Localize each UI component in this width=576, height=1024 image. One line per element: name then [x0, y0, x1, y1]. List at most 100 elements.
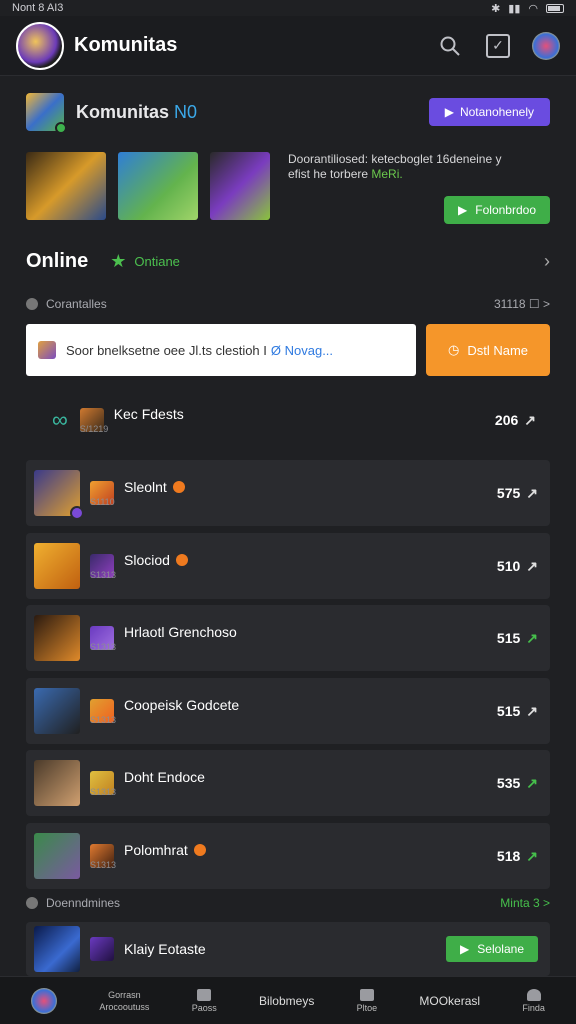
banner-text: Doorantiliosed: ketecboglet 16deneine y …	[282, 152, 550, 224]
item-subtext: S1313	[90, 642, 117, 652]
signal-icon: ▮▮	[508, 2, 521, 15]
profile-icon	[526, 988, 541, 1001]
list-item[interactable]: Hrlaotl Grenchoso S1313 515 ↗	[26, 605, 550, 671]
item-value: 510 ↗	[497, 558, 538, 575]
play-icon: ▶	[444, 105, 454, 119]
item-name: Slociod	[124, 552, 170, 568]
app-bar: Komunitas ✓	[0, 16, 576, 76]
banner-follow-button[interactable]: ▶ Folonbrdoo	[444, 196, 550, 224]
section-header-2: Doenndmines Minta 3 >	[26, 893, 550, 913]
item-value: 518 ↗	[497, 848, 538, 865]
section-header-1: Corantalles 31118 ☐ >	[26, 294, 550, 314]
banner-image-2[interactable]	[118, 152, 198, 220]
trend-icon: ↗	[526, 847, 538, 864]
item-name: Coopeisk Godcete	[124, 697, 240, 713]
star-icon: ★	[110, 250, 127, 271]
online-dot-icon	[55, 122, 67, 134]
item-avatar	[34, 760, 80, 806]
detail-name-label: Dstl Name	[467, 342, 529, 358]
list-item[interactable]: Doht Endoce S1313 535 ↗	[26, 750, 550, 816]
item-subtext: S/1219	[79, 424, 109, 434]
nav-label-2: Paoss	[191, 1002, 217, 1013]
section-count-1[interactable]: 31118 ☐ >	[494, 297, 550, 311]
item-texts: Coopeisk Godcete S1313	[90, 697, 497, 725]
online-status: ★ Ontiane	[110, 251, 180, 272]
bottom-nav: Gorrasn Arocooutuss Paoss Bilobmeys Plto…	[0, 976, 576, 1024]
nav-item-posts[interactable]: Paoss	[191, 988, 217, 1013]
banner-row: Doorantiliosed: ketecboglet 16deneine y …	[26, 152, 550, 224]
link-icon: ∞	[52, 407, 68, 432]
item-avatar	[34, 926, 80, 972]
trend-icon: ↗	[526, 629, 538, 646]
online-title: Online	[26, 249, 89, 272]
nav-item-community[interactable]: Gorrasn Arocooutuss	[99, 990, 149, 1012]
item-avatar	[34, 543, 80, 589]
item-texts: Hrlaotl Grenchoso S1313	[90, 624, 497, 652]
status-dot-icon	[193, 844, 206, 856]
notification-button[interactable]: ▶ Notanohenely	[428, 98, 550, 126]
section-count-2[interactable]: Minta 3 >	[500, 896, 550, 910]
app-logo	[16, 21, 64, 70]
item-value-text: 515	[496, 630, 521, 646]
item-avatar	[34, 615, 80, 661]
banner-description: Doorantiliosed: ketecboglet 16deneine y …	[288, 152, 550, 182]
nav-item-library[interactable]: Bilobmeys	[259, 994, 314, 1008]
badge-icon	[70, 506, 84, 520]
nav-item-photos[interactable]: Pltoe	[357, 988, 377, 1013]
app-actions: ✓	[436, 31, 560, 60]
trend-icon: ↗	[526, 557, 538, 574]
top-list-item[interactable]: ∞ Kec Fdests S/1219 206 ↗	[26, 398, 550, 442]
trend-icon: ↗	[526, 702, 538, 719]
status-dot-icon	[175, 554, 188, 566]
item-subtext: S1313	[90, 570, 117, 580]
list-item[interactable]: Sleolnt S1110 575 ↗	[26, 460, 550, 526]
item-subtext: S1313	[90, 787, 117, 797]
wifi-icon: ◠	[528, 2, 538, 15]
item-subtext: S1313	[90, 715, 117, 725]
play-icon: ▶	[458, 203, 468, 217]
section-icon	[26, 298, 38, 310]
select-button[interactable]: ▶ Selolane	[446, 936, 538, 962]
edit-icon[interactable]: ✓	[484, 32, 512, 60]
search-icon[interactable]	[436, 32, 464, 60]
search-text: Soor bnelksetne oee Jl.ts clestioh I	[66, 342, 267, 358]
banner-image-3[interactable]	[210, 152, 270, 220]
item-name: Kec Fdests	[113, 406, 184, 422]
list-item[interactable]: Polomhrat S1313 518 ↗	[26, 823, 550, 889]
search-input[interactable]: Soor bnelksetne oee Jl.ts clestioh I Ø N…	[26, 324, 416, 376]
section-title-2: Doenndmines	[46, 896, 121, 910]
detail-name-button[interactable]: ◷ Dstl Name	[426, 324, 550, 376]
item-texts: Sleolnt S1110	[90, 479, 497, 507]
item-value: 206 ↗	[495, 412, 536, 429]
last-list-item[interactable]: Klaiy Eotaste ▶ Selolane	[26, 922, 550, 976]
search-row: Soor bnelksetne oee Jl.ts clestioh I Ø N…	[26, 324, 550, 376]
item-subtext: S1313	[90, 860, 117, 870]
chevron-right-icon[interactable]: ›	[544, 251, 550, 272]
bluetooth-icon: ✱	[491, 2, 501, 15]
list-item[interactable]: Slociod S1313 510 ↗	[26, 533, 550, 599]
battery-icon	[546, 3, 564, 13]
search-link[interactable]: Ø Novag...	[271, 343, 333, 358]
avatar[interactable]	[532, 31, 560, 60]
list-item[interactable]: Coopeisk Godcete S1313 515 ↗	[26, 678, 550, 744]
online-status-text: Ontiane	[134, 253, 180, 269]
banner-image-1[interactable]	[26, 152, 106, 220]
community-thumbnail	[26, 93, 67, 134]
community-tag: N0	[174, 101, 198, 122]
item-texts: Klaiy Eotaste	[124, 941, 446, 957]
item-texts: Kec Fdests S/1219	[80, 406, 495, 434]
nav-item-bookmarks[interactable]: MOOkerasl	[419, 994, 480, 1008]
nav-item-profile[interactable]: Finda	[522, 988, 545, 1013]
item-value: 535 ↗	[497, 775, 538, 792]
item-value: 515 ↗	[497, 630, 538, 647]
nav-label-1b: Arocooutuss	[99, 1001, 150, 1012]
item-value-text: 575	[496, 485, 521, 501]
nav-home-icon[interactable]	[31, 987, 58, 1014]
item-texts: Slociod S1313	[90, 552, 497, 580]
section-icon	[26, 897, 38, 909]
item-avatar	[34, 470, 84, 520]
online-row[interactable]: Online ★ Ontiane ›	[26, 246, 550, 276]
item-subtext: S1110	[90, 497, 115, 507]
banner-description-line2: efist he torbere	[288, 167, 372, 181]
item-avatar	[34, 688, 80, 734]
